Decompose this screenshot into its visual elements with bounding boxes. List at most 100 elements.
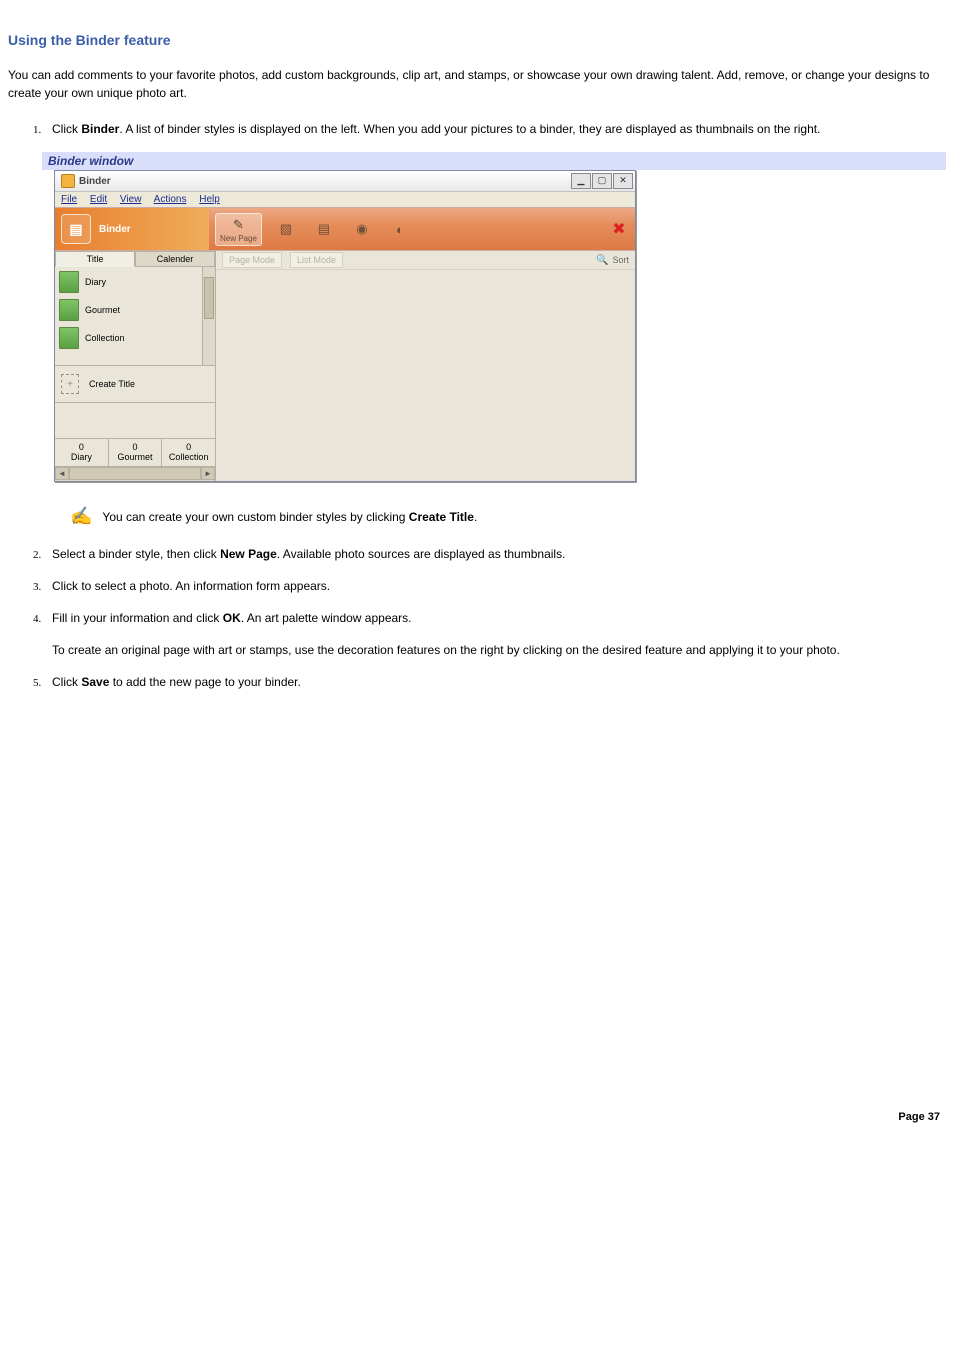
page-title: Using the Binder feature — [8, 32, 946, 48]
new-page-icon: ✎ — [228, 216, 248, 234]
list-mode-button[interactable]: List Mode — [290, 252, 343, 268]
intro-paragraph: You can add comments to your favorite ph… — [8, 66, 946, 102]
scrollbar-thumb[interactable] — [204, 277, 214, 319]
header-strip: ▤ Binder ✎ New Page ▧ ▤ ◉ ◐ ✖ — [55, 207, 635, 251]
step-4-paragraph: To create an original page with art or s… — [52, 641, 946, 659]
menu-help[interactable]: Help — [199, 194, 220, 205]
note-icon: ✍ — [70, 506, 92, 527]
step-1: Click Binder. A list of binder styles is… — [44, 120, 946, 138]
scrollbar-horizontal[interactable]: ◄ ► — [55, 466, 215, 481]
toolbar: ✎ New Page ▧ ▤ ◉ ◐ ✖ — [209, 208, 635, 250]
new-page-button[interactable]: ✎ New Page — [215, 213, 262, 246]
step-5: Click Save to add the new page to your b… — [44, 673, 946, 691]
mode-row: Page Mode List Mode 🔍 Sort — [216, 251, 635, 270]
step-4: Fill in your information and click OK. A… — [44, 609, 946, 659]
style-swatch-icon — [59, 271, 79, 293]
note: ✍ You can create your own custom binder … — [70, 506, 946, 527]
toolbar-icon: ▧ — [276, 220, 296, 238]
tab-calendar[interactable]: Calender — [135, 251, 215, 267]
step-3: Click to select a photo. An information … — [44, 577, 946, 595]
steps-list: Click Binder. A list of binder styles is… — [44, 120, 946, 138]
step-4-suffix: . An art palette window appears. — [241, 611, 412, 625]
step-5-bold: Save — [81, 675, 109, 689]
binder-window: Binder ▁ ▢ ✕ File Edit View Actions Help… — [54, 170, 636, 482]
header-label: Binder — [99, 224, 131, 235]
style-label: Diary — [85, 277, 106, 287]
steps-list-cont: Select a binder style, then click New Pa… — [44, 545, 946, 691]
step-2-prefix: Select a binder style, then click — [52, 547, 220, 561]
menu-view[interactable]: View — [120, 194, 142, 205]
note-suffix: . — [474, 510, 477, 524]
menu-actions[interactable]: Actions — [154, 194, 187, 205]
header-left: ▤ Binder — [55, 208, 209, 250]
panel-close-icon[interactable]: ✖ — [609, 219, 629, 239]
count-label: Gourmet — [118, 452, 153, 462]
count-gourmet: 0Gourmet — [109, 439, 163, 466]
new-page-label: New Page — [220, 234, 257, 243]
style-label: Collection — [85, 333, 125, 343]
note-prefix: You can create your own custom binder st… — [102, 510, 408, 524]
toolbar-button-3[interactable]: ▤ — [310, 218, 338, 240]
toolbar-icon: ◐ — [390, 220, 410, 238]
sort-label: Sort — [612, 255, 629, 265]
count-value: 0 — [55, 442, 108, 452]
create-title-button[interactable]: + Create Title — [55, 366, 215, 403]
step-1-suffix: . A list of binder styles is displayed o… — [119, 122, 820, 136]
minimize-button[interactable]: ▁ — [571, 173, 591, 189]
style-label: Gourmet — [85, 305, 120, 315]
toolbar-button-4[interactable]: ◉ — [348, 218, 376, 240]
list-item[interactable]: Gourmet — [59, 299, 211, 321]
counts-row: 0Diary 0Gourmet 0Collection — [55, 438, 215, 466]
step-1-prefix: Click — [52, 122, 81, 136]
create-title-label: Create Title — [89, 379, 135, 389]
step-1-bold: Binder — [81, 122, 119, 136]
sidebar: Title Calender Diary Gourmet Collection … — [55, 251, 216, 481]
close-button[interactable]: ✕ — [613, 173, 633, 189]
list-item[interactable]: Collection — [59, 327, 211, 349]
menu-edit[interactable]: Edit — [90, 194, 107, 205]
toolbar-icon: ▤ — [314, 220, 334, 238]
sidebar-tabs: Title Calender — [55, 251, 215, 267]
maximize-button[interactable]: ▢ — [592, 173, 612, 189]
page-mode-button[interactable]: Page Mode — [222, 252, 282, 268]
step-2-suffix: . Available photo sources are displayed … — [277, 547, 566, 561]
step-2-bold: New Page — [220, 547, 277, 561]
app-icon — [61, 174, 75, 188]
step-4-prefix: Fill in your information and click — [52, 611, 223, 625]
scroll-right-icon[interactable]: ► — [201, 467, 215, 480]
main-area: Page Mode List Mode 🔍 Sort — [216, 251, 635, 481]
count-diary: 0Diary — [55, 439, 109, 466]
menubar: File Edit View Actions Help — [55, 192, 635, 207]
step-2: Select a binder style, then click New Pa… — [44, 545, 946, 563]
sort-button[interactable]: 🔍 Sort — [596, 255, 629, 266]
create-title-icon: + — [61, 374, 79, 394]
count-value: 0 — [109, 442, 162, 452]
scrollbar-thumb[interactable] — [69, 467, 201, 480]
style-list: Diary Gourmet Collection — [55, 267, 215, 366]
toolbar-button-5[interactable]: ◐ — [386, 218, 414, 240]
titlebar: Binder ▁ ▢ ✕ — [55, 171, 635, 192]
style-swatch-icon — [59, 327, 79, 349]
count-label: Diary — [71, 452, 92, 462]
window-title: Binder — [79, 176, 111, 187]
binder-icon: ▤ — [61, 214, 91, 244]
scroll-left-icon[interactable]: ◄ — [55, 467, 69, 480]
step-4-bold: OK — [223, 611, 241, 625]
page-footer: Page 37 — [8, 1111, 946, 1123]
toolbar-button-2[interactable]: ▧ — [272, 218, 300, 240]
count-label: Collection — [169, 452, 209, 462]
step-5-prefix: Click — [52, 675, 81, 689]
note-bold: Create Title — [409, 510, 474, 524]
list-item[interactable]: Diary — [59, 271, 211, 293]
magnifier-icon: 🔍 — [596, 255, 608, 266]
tab-title[interactable]: Title — [55, 251, 135, 267]
count-collection: 0Collection — [162, 439, 215, 466]
app-body: Title Calender Diary Gourmet Collection … — [55, 251, 635, 481]
toolbar-icon: ◉ — [352, 220, 372, 238]
style-swatch-icon — [59, 299, 79, 321]
menu-file[interactable]: File — [61, 194, 77, 205]
figure-caption: Binder window — [42, 152, 946, 170]
step-5-suffix: to add the new page to your binder. — [109, 675, 300, 689]
count-value: 0 — [162, 442, 215, 452]
scrollbar-vertical[interactable] — [202, 267, 215, 365]
